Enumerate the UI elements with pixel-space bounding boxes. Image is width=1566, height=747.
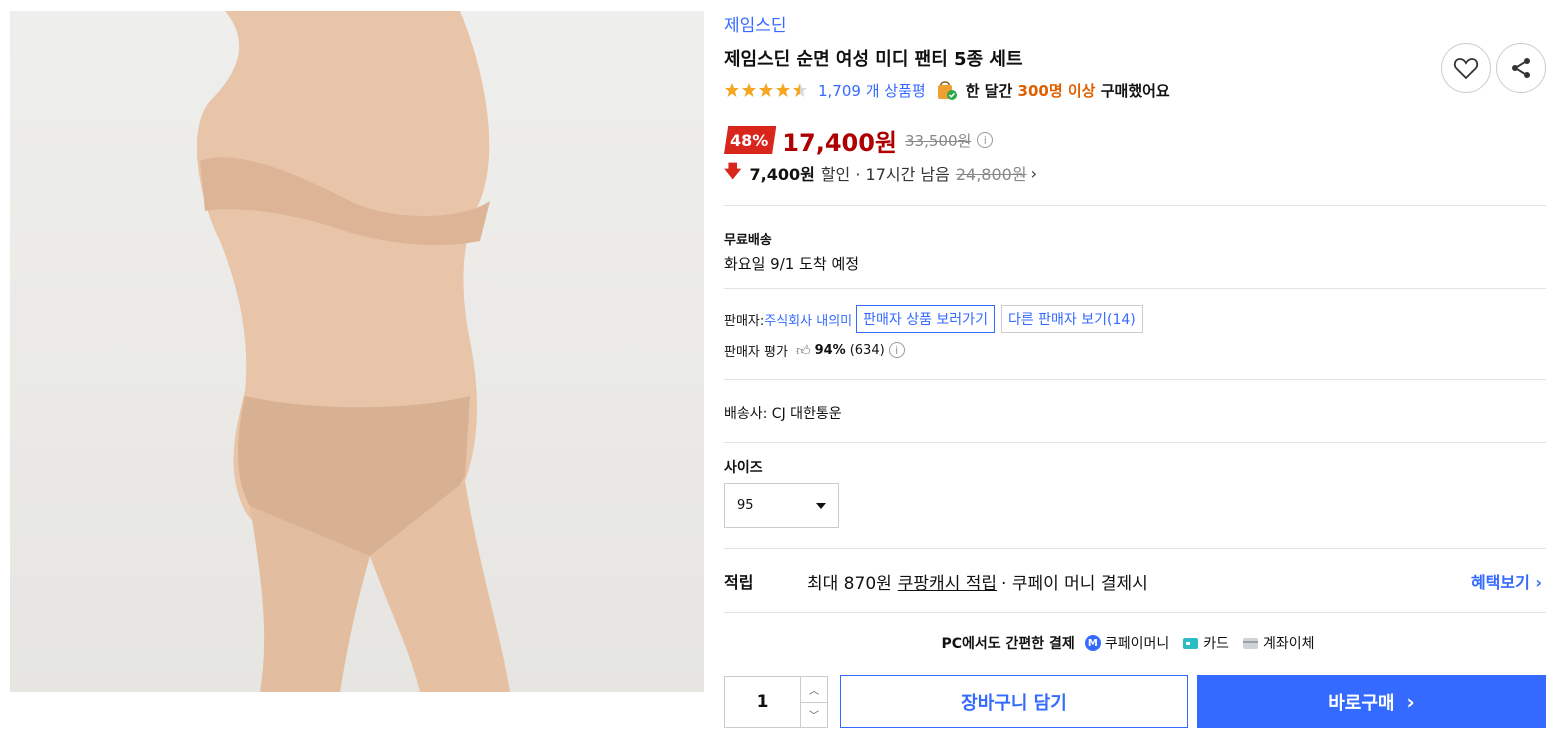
quantity-input[interactable] bbox=[725, 677, 801, 727]
reward-label: 적립 bbox=[724, 573, 754, 592]
divider bbox=[724, 288, 1546, 289]
card-icon bbox=[1183, 637, 1199, 649]
quantity-stepper: ︿ ﹀ bbox=[724, 676, 828, 728]
seller-rating-label: 판매자 평가 bbox=[724, 344, 788, 360]
caret-down-icon bbox=[816, 502, 826, 509]
rating-row: 1,709 개 상품평 한 달간 300명 이상 구매했어요 bbox=[724, 79, 1170, 101]
quantity-increase-button[interactable]: ︿ bbox=[801, 677, 827, 703]
coupang-cash-link[interactable]: 쿠팡캐시 적립 bbox=[898, 569, 997, 594]
payment-methods-row: PC에서도 간편한 결제 M 쿠페이머니 카드 계좌이체 bbox=[724, 632, 1546, 654]
sale-price: 17,400원 bbox=[782, 128, 897, 157]
size-selected-value: 95 bbox=[737, 498, 754, 513]
quantity-steppers: ︿ ﹀ bbox=[801, 677, 827, 727]
product-title: 제임스딘 순면 여성 미디 팬티 5종 세트 bbox=[724, 49, 1023, 70]
monthly-purchase-text: 한 달간 300명 이상 구매했어요 bbox=[966, 80, 1170, 101]
seller-rating-count: (634) bbox=[849, 342, 885, 358]
bank-label: 계좌이체 bbox=[1262, 636, 1315, 652]
wishlist-button[interactable] bbox=[1441, 43, 1491, 93]
coupay-money-item: M 쿠페이머니 bbox=[1084, 633, 1170, 653]
reward-row: 적립 최대 870원 쿠팡캐시 적립 · 쿠페이 머니 결제시 혜택보기 › bbox=[724, 568, 1546, 594]
carrier-text: 배송사: CJ 대한통운 bbox=[724, 406, 842, 422]
monthly-buy-highlight: 300명 이상 bbox=[1017, 81, 1096, 100]
divider bbox=[724, 205, 1546, 206]
monthly-buy-prefix: 한 달간 bbox=[965, 81, 1013, 100]
info-icon[interactable]: i bbox=[888, 342, 905, 358]
divider bbox=[724, 379, 1546, 380]
reward-condition: · 쿠페이 머니 결제시 bbox=[1001, 573, 1148, 594]
original-price: 33,500원 bbox=[905, 131, 972, 150]
star-icon bbox=[725, 83, 807, 97]
coupon-original-price: 24,800원 bbox=[955, 165, 1027, 184]
down-arrow-icon: 🡇 bbox=[724, 161, 742, 182]
share-button[interactable] bbox=[1496, 43, 1546, 93]
seller-prefix: 판매자: bbox=[724, 313, 765, 329]
arrival-date: 화요일 9/1 도착 예정 bbox=[724, 255, 860, 273]
star-rating bbox=[724, 82, 810, 98]
divider bbox=[724, 612, 1546, 613]
card-item: 카드 bbox=[1183, 633, 1229, 653]
product-info-panel: 제임스딘 제임스딘 순면 여성 미디 팬티 5종 세트 1,709 개 상품평 … bbox=[724, 0, 1546, 747]
seller-row: 판매자: 주식회사 내의미 판매자 상품 보러가기 다른 판매자 보기(14) bbox=[724, 305, 1143, 333]
payment-title: PC에서도 간편한 결제 bbox=[941, 636, 1075, 652]
monthly-buy-suffix: 구매했어요 bbox=[1100, 81, 1170, 100]
coupay-icon: M bbox=[1084, 635, 1101, 651]
benefit-view-link[interactable]: 혜택보기 › bbox=[1471, 569, 1542, 593]
coupay-label: 쿠페이머니 bbox=[1104, 636, 1170, 652]
divider bbox=[724, 548, 1546, 549]
quantity-decrease-button[interactable]: ﹀ bbox=[801, 703, 827, 728]
product-image bbox=[10, 11, 704, 692]
divider bbox=[724, 442, 1546, 443]
shopping-bag-icon bbox=[937, 81, 957, 100]
other-sellers-button[interactable]: 다른 판매자 보기(14) bbox=[1000, 305, 1143, 333]
coupon-row[interactable]: 🡇 7,400원 할인 · 17시간 남음 24,800원 › bbox=[724, 161, 1037, 185]
seller-name-link[interactable]: 주식회사 내의미 bbox=[764, 310, 852, 329]
buy-now-button[interactable]: 바로구매 › bbox=[1197, 675, 1546, 728]
buy-now-label: 바로구매 bbox=[1328, 692, 1395, 714]
coupon-text: 할인 · 17시간 남음 bbox=[820, 165, 950, 184]
chevron-right-icon: › bbox=[1030, 163, 1037, 183]
review-count-link[interactable]: 1,709 개 상품평 bbox=[818, 80, 926, 101]
price-row: 48% 17,400원 33,500원 i bbox=[724, 124, 994, 157]
info-icon[interactable]: i bbox=[977, 132, 994, 148]
reward-text: 최대 870원 bbox=[807, 573, 892, 594]
card-label: 카드 bbox=[1203, 636, 1229, 652]
seller-rating-row: 판매자 평가 👍︎ 94% (634) i bbox=[724, 339, 905, 361]
size-select[interactable]: 95 bbox=[724, 483, 839, 528]
brand-link[interactable]: 제임스딘 bbox=[724, 11, 787, 36]
chevron-right-icon: › bbox=[1406, 689, 1415, 714]
thumbs-up-icon: 👍︎ bbox=[795, 342, 811, 359]
share-icon bbox=[1512, 58, 1530, 78]
bank-transfer-item: 계좌이체 bbox=[1242, 633, 1315, 653]
bank-icon bbox=[1242, 637, 1258, 649]
view-seller-products-button[interactable]: 판매자 상품 보러가기 bbox=[856, 305, 995, 333]
discount-badge: 48% bbox=[724, 126, 777, 154]
shipping-label: 무료배송 bbox=[724, 233, 772, 248]
size-label: 사이즈 bbox=[724, 460, 763, 476]
coupon-amount: 7,400원 bbox=[749, 165, 815, 184]
seller-rating-percent: 94% bbox=[814, 342, 846, 358]
add-to-cart-button[interactable]: 장바구니 담기 bbox=[840, 675, 1188, 728]
product-photo-illustration bbox=[196, 11, 510, 692]
heart-icon bbox=[1453, 58, 1479, 80]
